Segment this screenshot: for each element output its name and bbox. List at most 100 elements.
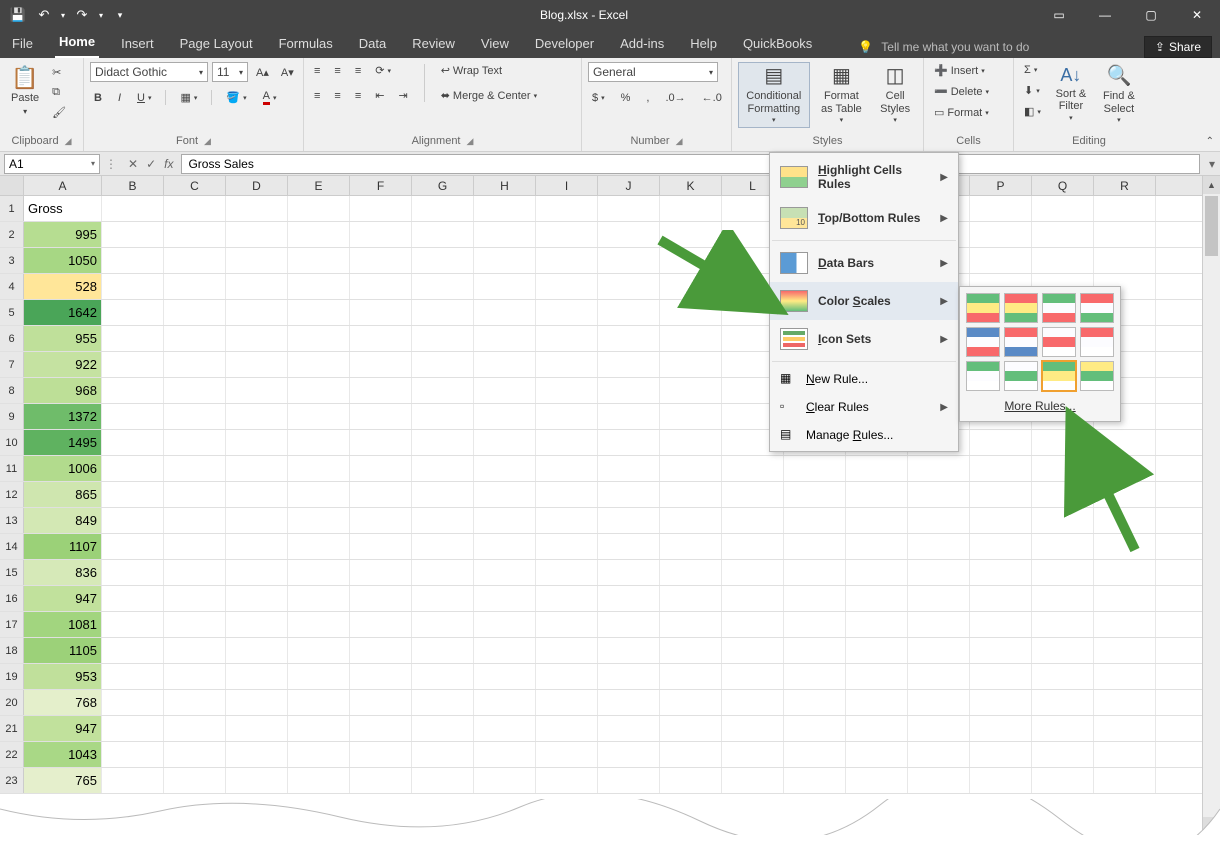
cell[interactable] [660, 456, 722, 481]
fx-button[interactable]: fx [164, 157, 173, 171]
name-box-expand[interactable]: ⋮ [102, 157, 120, 171]
cell[interactable] [288, 404, 350, 429]
cell[interactable] [350, 508, 412, 533]
cell[interactable] [226, 196, 288, 221]
cell[interactable] [164, 248, 226, 273]
cell[interactable] [660, 742, 722, 767]
cell[interactable] [288, 326, 350, 351]
cell[interactable] [412, 300, 474, 325]
cell[interactable] [226, 742, 288, 767]
save-icon[interactable]: 💾 [6, 4, 30, 26]
cell[interactable] [660, 586, 722, 611]
increase-decimal-button[interactable]: .0→ [661, 90, 689, 106]
cell[interactable] [350, 430, 412, 455]
cell[interactable] [598, 638, 660, 663]
cell[interactable] [288, 534, 350, 559]
cell[interactable] [226, 430, 288, 455]
cell[interactable] [722, 638, 784, 663]
cell[interactable] [226, 612, 288, 637]
cell[interactable] [1094, 716, 1156, 741]
collapse-ribbon-button[interactable]: ⌃ [1206, 136, 1214, 147]
menu-clear-rules[interactable]: ▫ Clear Rules ▶ [770, 393, 958, 421]
cell[interactable] [722, 456, 784, 481]
comma-format-button[interactable]: , [642, 90, 653, 106]
cell[interactable] [1032, 664, 1094, 689]
cell[interactable] [350, 196, 412, 221]
format-as-table-button[interactable]: ▦ Format as Table▾ [814, 62, 870, 128]
cell[interactable]: 1050 [24, 248, 102, 273]
cell[interactable] [474, 404, 536, 429]
increase-font-button[interactable]: A▴ [252, 64, 273, 81]
align-middle-button[interactable]: ≡ [330, 62, 344, 79]
cell[interactable] [908, 742, 970, 767]
cell[interactable] [846, 456, 908, 481]
cell[interactable] [288, 248, 350, 273]
column-header[interactable]: B [102, 176, 164, 195]
cell[interactable] [164, 352, 226, 377]
row-header[interactable]: 11 [0, 456, 24, 481]
cell[interactable] [288, 482, 350, 507]
cell[interactable] [970, 638, 1032, 663]
cell[interactable] [102, 274, 164, 299]
cell[interactable] [970, 560, 1032, 585]
cell[interactable] [474, 508, 536, 533]
cell[interactable] [784, 456, 846, 481]
cell[interactable] [412, 456, 474, 481]
cell[interactable] [536, 586, 598, 611]
column-header[interactable]: I [536, 176, 598, 195]
cell[interactable] [846, 716, 908, 741]
cell[interactable] [598, 508, 660, 533]
column-header[interactable]: Q [1032, 176, 1094, 195]
cell[interactable] [164, 742, 226, 767]
cell[interactable] [474, 768, 536, 793]
cell[interactable] [164, 378, 226, 403]
cell[interactable] [288, 768, 350, 793]
cell[interactable]: 528 [24, 274, 102, 299]
column-header[interactable]: R [1094, 176, 1156, 195]
cut-button[interactable]: ✂ [48, 64, 70, 81]
cell[interactable] [226, 664, 288, 689]
cell[interactable] [660, 482, 722, 507]
cell[interactable] [1094, 430, 1156, 455]
cell[interactable] [536, 404, 598, 429]
cell[interactable] [1032, 742, 1094, 767]
cell[interactable] [350, 326, 412, 351]
cell[interactable] [164, 430, 226, 455]
cell[interactable]: Gross Sales [24, 196, 102, 221]
cell[interactable] [908, 482, 970, 507]
cell[interactable] [226, 690, 288, 715]
cell[interactable] [598, 378, 660, 403]
cell[interactable] [1094, 586, 1156, 611]
tab-review[interactable]: Review [408, 30, 459, 58]
cell[interactable] [1094, 508, 1156, 533]
cell[interactable] [350, 404, 412, 429]
cell[interactable] [164, 222, 226, 247]
cell[interactable] [846, 768, 908, 793]
cell[interactable] [1032, 560, 1094, 585]
cell[interactable] [660, 690, 722, 715]
cell[interactable] [412, 482, 474, 507]
cell[interactable] [474, 482, 536, 507]
color-scale-swatch[interactable] [1042, 361, 1076, 391]
decrease-font-button[interactable]: A▾ [277, 64, 298, 81]
align-bottom-button[interactable]: ≡ [351, 62, 365, 79]
tab-developer[interactable]: Developer [531, 30, 598, 58]
cell[interactable] [536, 196, 598, 221]
cell[interactable] [226, 456, 288, 481]
cell[interactable] [164, 508, 226, 533]
color-scale-swatch[interactable] [1004, 361, 1038, 391]
italic-button[interactable]: I [114, 90, 125, 106]
row-header[interactable]: 1 [0, 196, 24, 221]
cell[interactable] [226, 638, 288, 663]
cell[interactable] [102, 638, 164, 663]
column-header[interactable]: C [164, 176, 226, 195]
cell[interactable] [350, 690, 412, 715]
cell[interactable] [660, 352, 722, 377]
delete-cells-button[interactable]: ➖Delete ▾ [930, 83, 993, 100]
cell[interactable] [536, 482, 598, 507]
row-header[interactable]: 5 [0, 300, 24, 325]
cell[interactable] [474, 534, 536, 559]
cell[interactable] [350, 456, 412, 481]
cell[interactable]: 1642 [24, 300, 102, 325]
cell[interactable] [350, 300, 412, 325]
